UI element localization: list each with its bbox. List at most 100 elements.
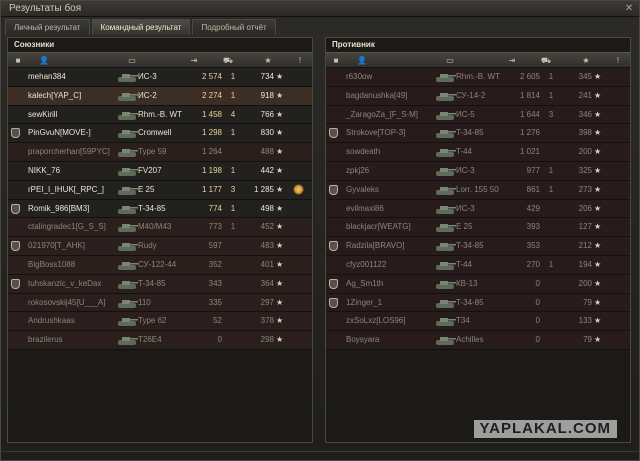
player-row[interactable]: ctalingradec1[G_S_S] M40/M43 773 1 452 ★ (8, 218, 312, 238)
damage-value: 1 198 (201, 165, 222, 175)
xp-value: 298 (260, 335, 274, 345)
player-row[interactable]: sewKirill Rhm.-B. WT 1 458 4 766 ★ (8, 105, 312, 125)
player-row[interactable]: evilmaxi86 ИС-3 429 206 ★ (326, 199, 630, 219)
damage-value: 335 (208, 297, 222, 307)
player-row[interactable]: zpkj26 ИС-3 977 1 325 ★ (326, 161, 630, 181)
player-row[interactable]: Radzila[BRAVO] T-34-85 353 212 ★ (326, 237, 630, 256)
damage-value: 393 (526, 222, 540, 232)
xp-value: 766 (260, 109, 274, 119)
xp-value: 212 (578, 241, 592, 251)
achievement-badge-icon[interactable] (293, 183, 304, 195)
frags-value (226, 237, 240, 255)
player-row[interactable]: rokosovskij45[U___A] 110 335 297 ★ (8, 293, 312, 313)
player-column-icon[interactable]: 👤 (36, 53, 52, 68)
tank-column-icon[interactable]: ▭ (442, 53, 458, 68)
player-row[interactable]: zxSoLxz[LOS96] T34 0 133 ★ (326, 312, 630, 332)
damage-value: 1 021 (519, 147, 540, 157)
vehicle-name: Cromwell (138, 128, 172, 138)
damage-column-icon[interactable]: ⇥ (186, 53, 202, 68)
player-row[interactable]: Gyvaleks Lorr. 155 50 861 1 273 ★ (326, 180, 630, 200)
player-row[interactable]: BigBoss1088 СУ-122-44 352 401 ★ (8, 255, 312, 275)
xp-value: 483 (260, 241, 274, 251)
medal-icon (329, 241, 338, 252)
player-row[interactable]: _ZaragoZa_[F_S-M] ИС-5 1 644 3 346 ★ (326, 105, 630, 125)
medal-icon (329, 278, 338, 289)
player-row[interactable]: Romik_986[BM3] T-34-85 774 1 498 ★ (8, 199, 312, 219)
vehicle-name: ИС-3 (138, 72, 157, 81)
tank-icon (436, 205, 456, 214)
frags-value (226, 331, 240, 349)
damage-value: 1 177 (201, 184, 222, 194)
tab-detailed-report[interactable]: Подробный отчёт (192, 19, 276, 35)
player-row[interactable]: 021970[T_AHK] Rudy 597 483 ★ (8, 237, 312, 256)
player-row[interactable]: rPEI_I_IHUK[_RPC_] E 25 1 177 3 1 285 ★ (8, 180, 312, 200)
player-name: sewKirill (28, 109, 58, 119)
tank-icon (118, 224, 138, 233)
damage-column-icon[interactable]: ⇥ (504, 53, 520, 68)
player-column-icon[interactable]: 👤 (354, 53, 370, 68)
star-icon: ★ (276, 90, 284, 100)
enemies-title: Противник (332, 40, 375, 49)
frags-column-icon[interactable]: ⛟ (536, 53, 556, 68)
xp-value: 127 (578, 222, 592, 232)
xp-value: 364 (260, 278, 274, 288)
star-icon: ★ (276, 184, 284, 194)
frags-column-icon[interactable]: ⛟ (218, 53, 238, 68)
enemies-panel: Противник ■ 👤 ▭ ⇥ ⛟ ★ ! r630ow Rhm.-B. WT… (325, 37, 631, 443)
player-row[interactable]: kalech[YAP_C] ИС-2 2 274 1 918 ★ (8, 86, 312, 106)
frags-value (544, 331, 558, 349)
vehicle-name: T-44 (456, 147, 473, 157)
tank-icon (118, 92, 138, 101)
damage-value: 1 458 (201, 109, 222, 119)
player-row[interactable]: PinGvuN[MOVE-] Cromwell 1 298 1 830 ★ (8, 124, 312, 144)
achievement-column-icon[interactable]: ! (294, 53, 306, 68)
xp-value: 79 (583, 297, 592, 307)
player-row[interactable]: mehan384 ИС-3 2 574 1 734 ★ (8, 68, 312, 87)
player-row[interactable]: praporcherhan[59PYC] Type 59 1 264 488 ★ (8, 143, 312, 162)
tank-icon (118, 261, 138, 270)
player-row[interactable]: bagdanushka[49] СУ-14-2 1 814 1 241 ★ (326, 86, 630, 106)
vehicle-name: Rhm.-B. WT (138, 109, 182, 119)
frags-value: 1 (548, 259, 554, 269)
vehicle-name: Type 59 (138, 147, 167, 157)
star-icon: ★ (276, 278, 284, 288)
player-row[interactable]: Strokove[TOP-3] T-34-85 1 276 398 ★ (326, 124, 630, 144)
close-icon[interactable]: ✕ (623, 3, 635, 15)
tank-icon (118, 149, 138, 158)
player-row[interactable]: NIKK_76 FV207 1 198 1 442 ★ (8, 161, 312, 181)
vehicle-name: Type 62 (138, 316, 167, 326)
tank-column-icon[interactable]: ▭ (124, 53, 140, 68)
player-row[interactable]: brazilerus T26E4 0 298 ★ (8, 331, 312, 350)
xp-value: 1 285 (253, 184, 274, 194)
squad-column-icon[interactable]: ■ (12, 53, 24, 68)
xp-value: 200 (578, 278, 592, 288)
star-icon: ★ (594, 184, 602, 194)
frags-value: 1 (548, 90, 554, 100)
tab-personal-result[interactable]: Личный результат (5, 19, 90, 35)
player-row[interactable]: tuhskanzic_v_keDax T-34-85 343 364 ★ (8, 274, 312, 294)
damage-value: 0 (535, 278, 540, 288)
player-row[interactable]: Ag_Sm1th КВ-13 0 200 ★ (326, 274, 630, 294)
player-row[interactable]: 1Zinger_1 T-34-85 0 79 ★ (326, 293, 630, 313)
frags-value: 1 (230, 203, 236, 213)
player-row[interactable]: blackjacr[WEATG] E 25 393 127 ★ (326, 218, 630, 238)
allies-list: mehan384 ИС-3 2 574 1 734 ★ kalech[YAP_C] ИС-2 2… (8, 68, 312, 350)
star-icon: ★ (594, 222, 602, 232)
xp-value: 442 (260, 165, 274, 175)
player-row[interactable]: Boysyara Achilles 0 79 ★ (326, 331, 630, 350)
player-row[interactable]: Andrushkaas Type 62 52 378 ★ (8, 312, 312, 332)
player-row[interactable]: cfyz001122 T-44 270 1 194 ★ (326, 255, 630, 275)
player-name: brazilerus (28, 335, 63, 345)
achievement-column-icon[interactable]: ! (612, 53, 624, 68)
medal-icon (329, 128, 338, 139)
squad-column-icon[interactable]: ■ (330, 53, 342, 68)
xp-value: 273 (578, 184, 592, 194)
player-row[interactable]: sowdeath T-44 1 021 200 ★ (326, 143, 630, 162)
tab-team-result[interactable]: Командный результат (91, 19, 191, 35)
battle-results-window: Результаты боя ✕ Личный результат Команд… (0, 0, 640, 461)
damage-value: 0 (217, 335, 222, 345)
xp-column-icon[interactable]: ★ (260, 53, 276, 68)
player-row[interactable]: r630ow Rhm.-B. WT 2 605 1 345 ★ (326, 68, 630, 87)
xp-column-icon[interactable]: ★ (578, 53, 594, 68)
xp-value: 830 (260, 128, 274, 138)
